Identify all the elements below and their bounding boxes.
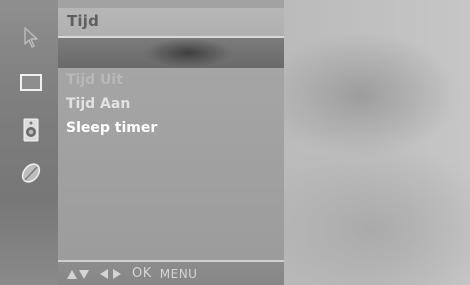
menu-title: Tijd <box>67 12 100 30</box>
screen-icon[interactable] <box>18 70 44 96</box>
menu-button-hint: MENU <box>159 266 198 281</box>
menu-item-tijd-uit[interactable]: Tijd Uit <box>66 72 123 88</box>
menu-panel: Tijd Tijd Uit Tijd Aan Sleep timer OK ME… <box>58 0 284 285</box>
navigation-hint-bar: OK MENU <box>58 260 284 285</box>
tv-osd-screen: Tijd Tijd Uit Tijd Aan Sleep timer OK ME… <box>0 0 470 285</box>
up-down-arrows-icon <box>66 268 90 280</box>
speaker-icon[interactable] <box>18 117 44 143</box>
leaf-icon[interactable] <box>18 160 44 186</box>
menu-item-tijd-aan[interactable]: Tijd Aan <box>66 96 130 112</box>
navigation-hints: OK MENU <box>66 266 197 281</box>
menu-item-sleep-timer[interactable]: Sleep timer <box>66 120 157 136</box>
cursor-icon[interactable] <box>18 24 44 50</box>
menu-header-band <box>58 38 284 68</box>
menu-list: Tijd Uit Tijd Aan Sleep timer <box>58 68 284 260</box>
menu-title-bar: Tijd <box>58 8 284 38</box>
left-right-arrows-icon <box>98 268 124 280</box>
ok-button-hint: OK <box>132 266 152 281</box>
category-sidebar <box>0 0 58 285</box>
